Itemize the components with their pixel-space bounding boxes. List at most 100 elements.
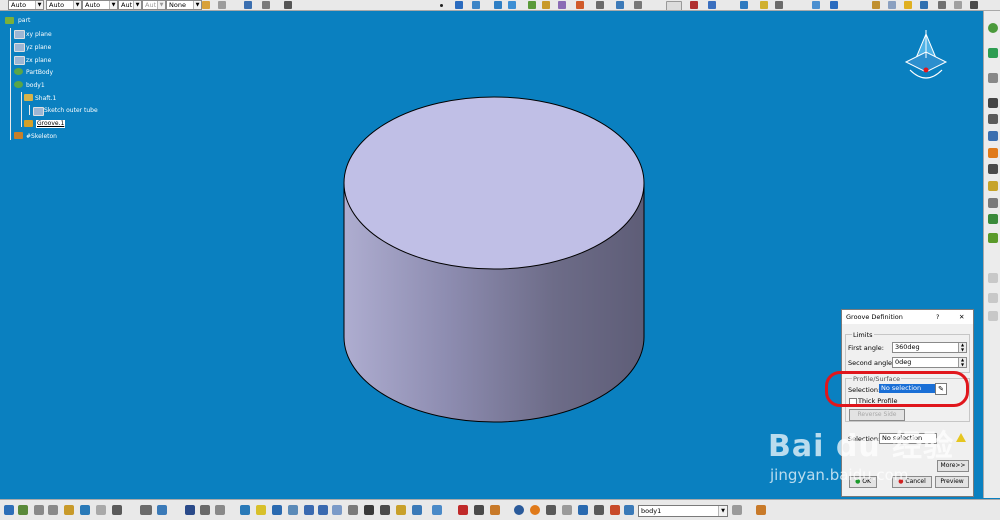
render-style-dropdown[interactable]: None ▼ bbox=[166, 0, 202, 10]
swap-icon[interactable] bbox=[954, 1, 962, 9]
brush-icon[interactable] bbox=[756, 505, 766, 515]
save-icon[interactable] bbox=[4, 505, 14, 515]
camera-icon[interactable] bbox=[775, 1, 783, 9]
apply-material-icon[interactable] bbox=[412, 505, 422, 515]
transparency-dropdown[interactable]: Auto ▼ bbox=[46, 0, 82, 10]
pocket-icon[interactable] bbox=[542, 1, 550, 9]
point-icon[interactable] bbox=[440, 4, 443, 7]
catalog-icon[interactable] bbox=[200, 505, 210, 515]
tree-item-zx-plane[interactable]: zx plane bbox=[26, 57, 51, 65]
cylinder-solid[interactable] bbox=[343, 96, 645, 423]
hide-show-icon[interactable] bbox=[938, 1, 946, 9]
transform-icon[interactable] bbox=[988, 273, 998, 283]
color-dropdown[interactable]: Auto ▼ bbox=[8, 0, 44, 10]
pencil-icon[interactable] bbox=[610, 505, 620, 515]
library-icon[interactable] bbox=[578, 505, 588, 515]
tree-item-xy-plane[interactable]: xy plane bbox=[26, 31, 52, 39]
fit-all-icon[interactable] bbox=[256, 505, 266, 515]
measure-icon[interactable] bbox=[690, 1, 698, 9]
paste-icon[interactable] bbox=[64, 505, 74, 515]
close-icon[interactable]: ✕ bbox=[959, 310, 964, 324]
zoom-out-icon[interactable] bbox=[318, 505, 328, 515]
fly-mode-icon[interactable] bbox=[240, 505, 250, 515]
grid-icon[interactable] bbox=[284, 1, 292, 9]
second-angle-input[interactable]: 0deg ▲ ▼ bbox=[892, 357, 967, 368]
undo-icon[interactable] bbox=[80, 505, 90, 515]
tree-item-yz-plane[interactable]: yz plane bbox=[26, 44, 51, 52]
spin-arrows-icon[interactable]: ▲ ▼ bbox=[958, 357, 966, 367]
sweep-icon[interactable] bbox=[562, 505, 572, 515]
compass-icon[interactable] bbox=[740, 1, 748, 9]
hole-icon[interactable] bbox=[988, 148, 998, 158]
line-icon[interactable] bbox=[455, 1, 463, 9]
slot-icon[interactable] bbox=[634, 1, 642, 9]
measure-between-icon[interactable] bbox=[432, 505, 442, 515]
hole-icon[interactable] bbox=[596, 1, 604, 9]
line-thickness-dropdown[interactable]: Auto ▼ bbox=[82, 0, 118, 10]
publish-icon[interactable] bbox=[812, 1, 820, 9]
rotate-icon[interactable] bbox=[288, 505, 298, 515]
view-icon[interactable] bbox=[970, 1, 978, 9]
sketch-icon[interactable] bbox=[244, 1, 252, 9]
dialog-titlebar[interactable]: Groove Definition ? ✕ bbox=[842, 310, 973, 324]
point-type-dropdown[interactable]: Aut ▼ bbox=[142, 0, 166, 10]
analysis-icon[interactable] bbox=[708, 1, 716, 9]
settings-icon[interactable] bbox=[546, 505, 556, 515]
draft-icon[interactable] bbox=[988, 214, 998, 224]
plane-icon[interactable] bbox=[472, 1, 480, 9]
box-icon[interactable] bbox=[872, 1, 880, 9]
isometric-view-icon[interactable] bbox=[348, 505, 358, 515]
first-angle-input[interactable]: 360deg ▲ ▼ bbox=[892, 342, 967, 353]
tools-icon[interactable] bbox=[215, 505, 225, 515]
chamfer-icon[interactable] bbox=[988, 198, 998, 208]
tree-item-part[interactable]: part bbox=[18, 17, 30, 25]
select-arrow-icon[interactable] bbox=[988, 48, 998, 58]
shell-icon[interactable] bbox=[988, 233, 998, 243]
spiral-icon[interactable] bbox=[514, 505, 524, 515]
pad-icon[interactable] bbox=[528, 1, 536, 9]
normal-view-icon[interactable] bbox=[332, 505, 342, 515]
vice-icon[interactable] bbox=[666, 1, 682, 10]
spin-arrows-icon[interactable]: ▲ ▼ bbox=[958, 342, 966, 352]
link-icon[interactable] bbox=[830, 1, 838, 9]
paint-brush-icon[interactable] bbox=[202, 1, 210, 9]
redo-icon[interactable] bbox=[96, 505, 106, 515]
workbench-icon[interactable] bbox=[474, 505, 484, 515]
formula-icon[interactable] bbox=[140, 505, 152, 515]
tree-item-body1[interactable]: body1 bbox=[26, 82, 45, 90]
light-icon[interactable] bbox=[760, 1, 768, 9]
tree-item-groove1[interactable]: Groove.1 bbox=[36, 120, 66, 128]
material-icon[interactable] bbox=[888, 1, 896, 9]
pocket-icon[interactable] bbox=[988, 164, 998, 174]
knowledge-icon[interactable] bbox=[490, 505, 500, 515]
compass-icon[interactable] bbox=[904, 28, 948, 92]
scan-icon[interactable] bbox=[732, 505, 742, 515]
3d-viewport[interactable]: part xy plane yz plane zx plane PartBody… bbox=[0, 11, 983, 499]
sweep-icon[interactable] bbox=[494, 1, 502, 9]
fillet-icon[interactable] bbox=[988, 181, 998, 191]
table-icon[interactable] bbox=[185, 505, 195, 515]
comment-icon[interactable] bbox=[157, 505, 167, 515]
copy-icon[interactable] bbox=[48, 505, 58, 515]
groove-icon[interactable] bbox=[576, 1, 584, 9]
shading-icon[interactable] bbox=[364, 505, 374, 515]
tree-item-partbody[interactable]: PartBody bbox=[26, 69, 53, 77]
pad-icon[interactable] bbox=[988, 114, 998, 124]
current-body-select[interactable]: body1 ▼ bbox=[638, 505, 728, 517]
gear-icon[interactable] bbox=[988, 23, 998, 33]
define-in-work-object-icon[interactable] bbox=[624, 505, 634, 515]
orange-circle-icon[interactable] bbox=[530, 505, 540, 515]
update-icon[interactable] bbox=[458, 505, 468, 515]
spline-icon[interactable] bbox=[508, 1, 516, 9]
pan-icon[interactable] bbox=[272, 505, 282, 515]
swap-visible-space-icon[interactable] bbox=[396, 505, 406, 515]
properties-icon[interactable] bbox=[218, 1, 226, 9]
list-icon[interactable] bbox=[594, 505, 604, 515]
tree-item-shaft1[interactable]: Shaft.1 bbox=[35, 95, 56, 103]
zoom-in-icon[interactable] bbox=[304, 505, 314, 515]
tree-item-sketch-outer-tube[interactable]: Sketch outer tube bbox=[44, 107, 98, 115]
sketcher-icon[interactable] bbox=[988, 98, 998, 108]
pattern-icon[interactable] bbox=[988, 311, 998, 321]
shaft-icon[interactable] bbox=[558, 1, 566, 9]
part-icon[interactable] bbox=[5, 17, 14, 24]
